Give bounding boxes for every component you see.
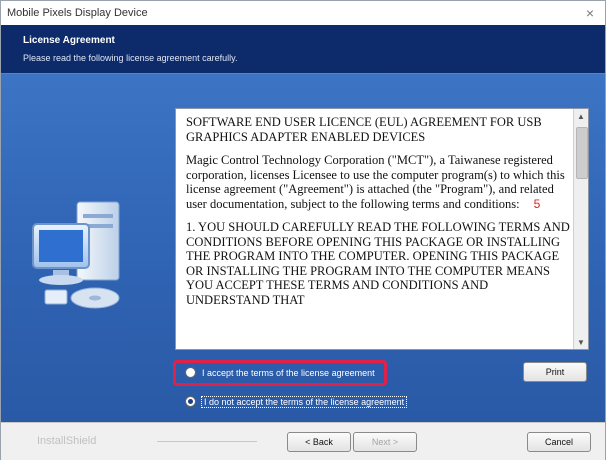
scroll-down-icon[interactable]: ▼ [574,335,588,349]
cancel-button[interactable]: Cancel [527,432,591,452]
title-bar: Mobile Pixels Display Device × [1,1,605,25]
footer-divider [157,441,257,442]
installer-window: Mobile Pixels Display Device × License A… [0,0,606,460]
accept-label[interactable]: I accept the terms of the license agreem… [202,368,375,378]
installshield-brand: InstallShield [37,435,97,447]
scroll-up-icon[interactable]: ▲ [574,109,588,123]
accept-option[interactable]: I accept the terms of the license agreem… [185,367,375,378]
license-heading: SOFTWARE END USER LICENCE (EUL) AGREEMEN… [186,115,542,144]
license-clause: 1. YOU SHOULD CAREFULLY READ THE FOLLOWI… [186,220,570,307]
wizard-footer: InstallShield < Back Next > Cancel [1,422,605,460]
license-paragraph: Magic Control Technology Corporation ("M… [186,153,572,211]
decline-radio[interactable] [185,396,196,407]
license-text-box[interactable]: SOFTWARE END USER LICENCE (EUL) AGREEMEN… [175,108,589,350]
close-icon[interactable]: × [581,4,599,22]
header-title: License Agreement [23,35,115,46]
decline-option[interactable]: I do not accept the terms of the license… [185,395,408,408]
wizard-header: License Agreement Please read the follow… [1,25,605,74]
scroll-thumb[interactable] [576,127,588,179]
back-button[interactable]: < Back [287,432,351,452]
accept-radio[interactable] [185,367,196,378]
vertical-scrollbar[interactable]: ▲ ▼ [573,109,588,349]
computer-install-icon [32,201,120,309]
license-text: SOFTWARE END USER LICENCE (EUL) AGREEMEN… [186,115,572,316]
next-button: Next > [353,432,417,452]
print-button[interactable]: Print [523,362,587,382]
license-paragraph-text: Magic Control Technology Corporation ("M… [186,153,565,211]
wizard-body: SOFTWARE END USER LICENCE (EUL) AGREEMEN… [1,74,605,422]
header-subtitle: Please read the following license agreem… [23,53,238,63]
step-marker: 5 [533,196,541,211]
window-title: Mobile Pixels Display Device [7,7,148,19]
decline-label[interactable]: I do not accept the terms of the license… [200,395,408,408]
